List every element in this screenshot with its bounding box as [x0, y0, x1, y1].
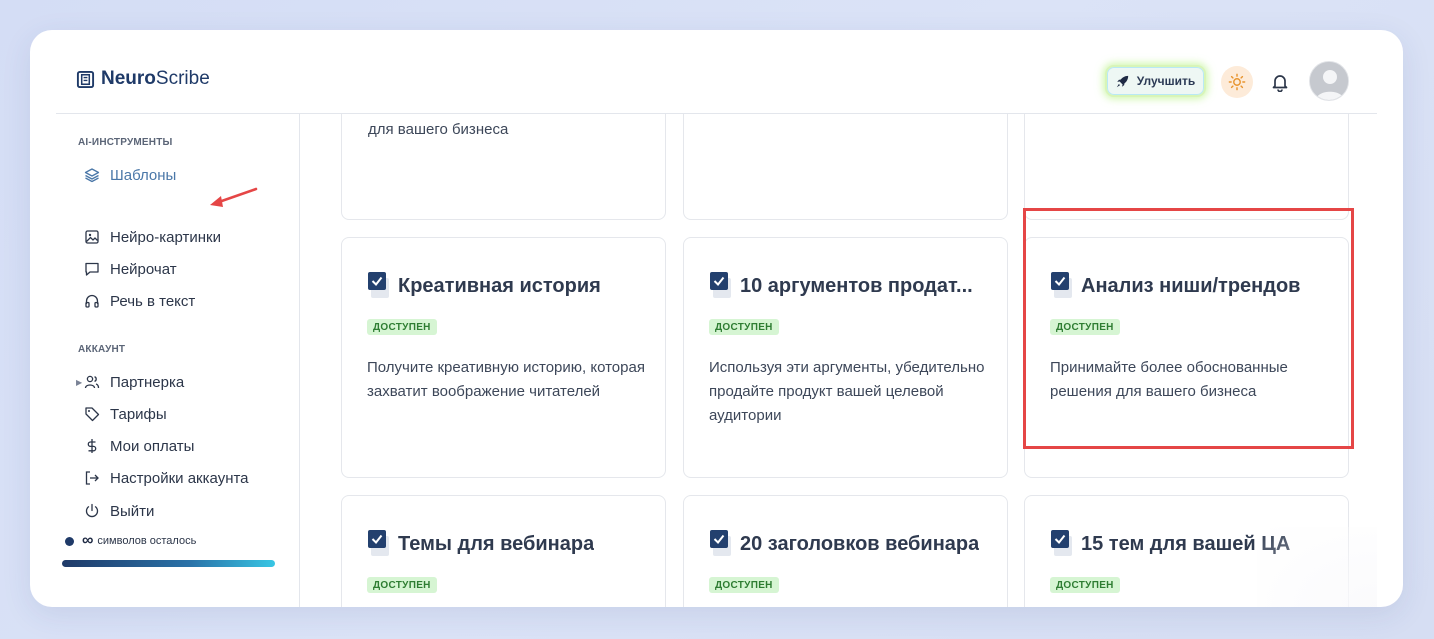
template-card-selling-arguments[interactable]: 10 аргументов продат... ДОСТУПЕН Использ… [683, 237, 1008, 478]
sidebar-item-label: Нейро-картинки [110, 228, 221, 246]
card-title: Темы для вебинара [368, 530, 653, 558]
scroll-fade [1257, 527, 1377, 607]
checkbox-icon [710, 272, 731, 298]
status-badge: ДОСТУПЕН [709, 319, 779, 335]
section-title-tools: AI-ИНСТРУМЕНТЫ [78, 137, 173, 148]
card-title: 10 аргументов продат... [710, 272, 995, 300]
logo-icon [76, 70, 95, 88]
image-icon [85, 230, 99, 244]
card-title: Анализ ниши/трендов [1051, 272, 1336, 300]
top-bar: NeuroScribe Улучшить [30, 30, 1403, 114]
tag-icon [85, 407, 100, 422]
template-card[interactable] [1024, 114, 1349, 220]
brand-logo[interactable]: NeuroScribe [76, 68, 210, 90]
card-description: Получите креативную историю, которая зах… [367, 359, 645, 400]
credits-indicator: ∞ символов осталось [65, 532, 196, 550]
sidebar-item-label: Речь в текст [110, 292, 196, 310]
status-badge: ДОСТУПЕН [367, 577, 437, 593]
checkbox-icon [368, 272, 389, 298]
brand-name-bold: Neuro [101, 68, 156, 89]
credits-infinity: ∞ [82, 532, 94, 549]
template-card-webinar-headlines[interactable]: 20 заголовков вебинара ДОСТУПЕН [683, 495, 1008, 607]
power-icon [85, 503, 99, 518]
users-icon [84, 375, 100, 389]
status-badge: ДОСТУПЕН [1050, 577, 1120, 593]
upgrade-label: Улучшить [1136, 74, 1196, 88]
sidebar-item-label: Мои оплаты [110, 437, 195, 455]
sidebar-item-neuro-images[interactable]: Нейро-картинки [84, 226, 221, 248]
sidebar-item-account-settings[interactable]: Настройки аккаунта [84, 467, 249, 489]
sidebar-item-label: Настройки аккаунта [110, 469, 249, 487]
sidebar-item-label: Тарифы [110, 405, 167, 423]
sidebar-item-tariffs[interactable]: Тарифы [84, 403, 167, 425]
template-card-creative-story[interactable]: Креативная история ДОСТУПЕН Получите кре… [341, 237, 666, 478]
sidebar-item-neurochat[interactable]: Нейрочат [84, 258, 177, 280]
red-arrow-icon [210, 187, 258, 207]
layers-icon [84, 168, 100, 183]
headphones-icon [85, 294, 99, 308]
user-avatar[interactable] [1309, 61, 1349, 101]
notifications-button[interactable] [1266, 68, 1294, 96]
sidebar-item-partner[interactable]: Партнерка [84, 371, 184, 393]
sidebar-item-label: Нейрочат [110, 260, 177, 278]
sidebar-item-templates[interactable]: Шаблоны [84, 164, 176, 186]
dollar-icon [87, 439, 97, 453]
credits-dot [65, 536, 74, 546]
sidebar: AI-ИНСТРУМЕНТЫ Шаблоны Нейро-картинки Не… [56, 114, 300, 607]
expand-caret-icon[interactable]: ▶ [76, 378, 82, 387]
template-card-webinar-topics[interactable]: Темы для вебинара ДОСТУПЕН [341, 495, 666, 607]
card-description: Используя эти аргументы, убедительно про… [709, 359, 985, 424]
chat-icon [85, 262, 99, 276]
theme-toggle-button[interactable] [1221, 66, 1253, 98]
checkbox-icon [710, 530, 731, 556]
template-card[interactable]: для вашего бизнеса [341, 114, 666, 220]
sidebar-item-label: Шаблоны [110, 166, 177, 184]
template-card-niche-analysis[interactable]: Анализ ниши/трендов ДОСТУПЕН Принимайте … [1024, 237, 1349, 478]
rocket-icon [1116, 75, 1128, 87]
checkbox-icon [1051, 272, 1072, 298]
upgrade-button[interactable]: Улучшить [1105, 65, 1206, 97]
sidebar-item-label: Партнерка [110, 373, 185, 391]
sidebar-item-logout[interactable]: Выйти [84, 500, 154, 522]
user-avatar-icon [1310, 62, 1348, 100]
status-badge: ДОСТУПЕН [709, 577, 779, 593]
brand-name-regular: Scribe [155, 68, 210, 89]
card-description: для вашего бизнеса [368, 121, 509, 138]
section-title-account: АККАУНТ [78, 344, 126, 355]
credits-label: символов осталось [97, 535, 197, 547]
card-description: Принимайте более обоснованные решения дл… [1050, 359, 1288, 400]
status-badge: ДОСТУПЕН [367, 319, 437, 335]
card-title: Креативная история [368, 272, 653, 300]
status-badge: ДОСТУПЕН [1050, 319, 1120, 335]
app-window: NeuroScribe Улучшить AI-ИНСТРУМЕНТЫ Шабл… [30, 30, 1403, 607]
card-title: 20 заголовков вебинара [710, 530, 995, 558]
checkbox-icon [1051, 530, 1072, 556]
credits-progress-bar [62, 560, 275, 567]
sidebar-item-label: Выйти [110, 502, 155, 520]
template-card[interactable] [683, 114, 1008, 220]
sidebar-item-my-payments[interactable]: Мои оплаты [84, 435, 194, 457]
bell-icon [1272, 75, 1288, 92]
templates-grid: для вашего бизнеса Креативная история ДО… [301, 114, 1377, 607]
sun-icon [1228, 73, 1246, 91]
logout-arrow-icon [85, 471, 99, 485]
checkbox-icon [368, 530, 389, 556]
sidebar-item-speech-to-text[interactable]: Речь в текст [84, 290, 195, 312]
